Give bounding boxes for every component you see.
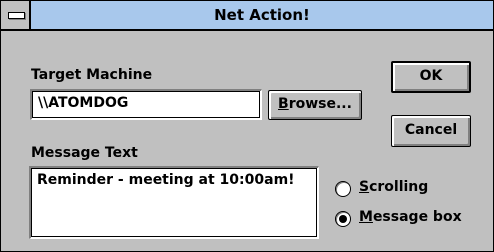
- title-bar: Net Action!: [1, 1, 493, 31]
- message-box-option[interactable]: Message box: [335, 209, 485, 231]
- message-text-label: Message Text: [31, 145, 138, 161]
- browse-accelerator: B: [278, 96, 289, 112]
- message-box-label: essage box: [372, 209, 462, 225]
- net-action-dialog: Net Action! Target Machine \\ATOMDOG Bro…: [0, 0, 494, 252]
- message-box-accelerator: M: [359, 209, 373, 225]
- target-machine-input[interactable]: \\ATOMDOG: [30, 89, 262, 120]
- message-box-radio[interactable]: [335, 211, 351, 227]
- target-machine-label: Target Machine: [31, 67, 153, 83]
- browse-button[interactable]: Browse...: [268, 90, 362, 120]
- scrolling-accelerator: S: [359, 179, 370, 195]
- browse-label: rowse...: [288, 96, 352, 112]
- message-text-input[interactable]: Reminder - meeting at 10:00am!: [29, 166, 319, 239]
- scrolling-option[interactable]: Scrolling: [335, 179, 475, 201]
- system-menu-icon[interactable]: [1, 1, 31, 29]
- ok-button[interactable]: OK: [391, 61, 471, 93]
- scrolling-label: crolling: [369, 179, 429, 195]
- scrolling-radio[interactable]: [335, 181, 351, 197]
- radio-selected-dot: [339, 215, 347, 223]
- window-title: Net Action!: [214, 6, 310, 24]
- cancel-button[interactable]: Cancel: [391, 115, 471, 147]
